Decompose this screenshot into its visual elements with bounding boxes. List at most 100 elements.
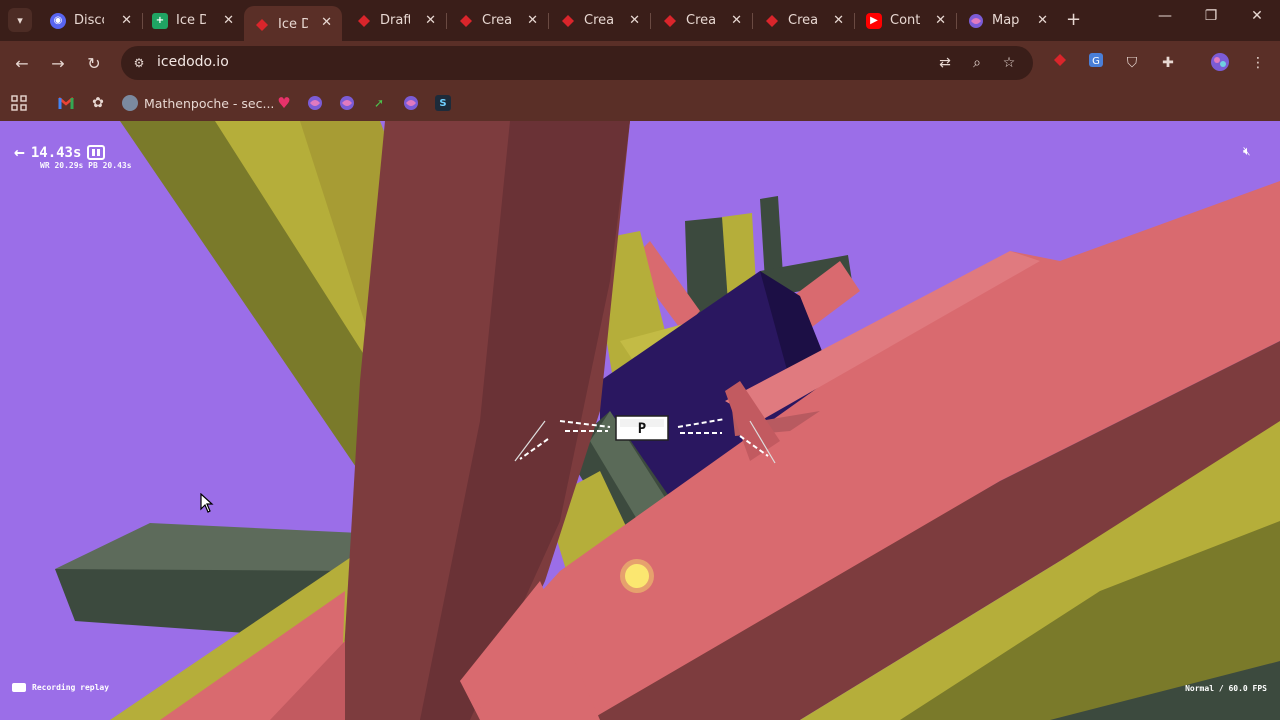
site-info-icon[interactable]: ⚙: [129, 53, 149, 73]
tab-title: Ice Do: [176, 13, 206, 28]
tab-ice-dodo-active[interactable]: Ice Do ✕: [244, 6, 342, 41]
svg-text:G: G: [1092, 56, 1100, 67]
timer-display: ← 14.43s: [14, 142, 106, 163]
close-icon[interactable]: ✕: [731, 13, 742, 28]
back-arrow-icon[interactable]: ←: [14, 142, 25, 163]
player-label: P: [638, 421, 646, 437]
bookmark-swirl-3[interactable]: [403, 93, 419, 113]
gmail-icon: [58, 95, 74, 111]
tab-create-3[interactable]: Creati ✕: [652, 7, 753, 34]
close-icon[interactable]: ✕: [223, 13, 234, 28]
url-text[interactable]: icedodo.io: [157, 54, 229, 70]
tab-title: Conte: [890, 13, 920, 28]
reload-button[interactable]: ↻: [82, 52, 106, 76]
bookmark-star-icon[interactable]: ☆: [1000, 54, 1018, 72]
chevron-down-icon: ▾: [17, 13, 23, 27]
tab-map[interactable]: Map l ✕: [958, 7, 1058, 34]
red-diamond-icon: [764, 13, 780, 29]
red-diamond-icon: [458, 13, 474, 29]
tab-title: Creati: [584, 13, 614, 28]
close-icon[interactable]: ✕: [425, 13, 436, 28]
bookmark-heart[interactable]: ♥: [276, 93, 292, 113]
red-diamond-icon: [662, 13, 678, 29]
bookmark-arrow[interactable]: ➚: [371, 93, 387, 113]
close-icon[interactable]: ✕: [321, 15, 332, 30]
translate-extension-icon[interactable]: G: [1085, 52, 1107, 74]
tab-title: Drafts: [380, 13, 410, 28]
close-icon[interactable]: ✕: [527, 13, 538, 28]
bookmark-openai[interactable]: ✿: [90, 93, 106, 113]
swirl-icon: [403, 95, 419, 111]
back-button[interactable]: ←: [10, 52, 34, 76]
tab-search-button[interactable]: ▾: [8, 8, 32, 32]
minimize-button[interactable]: —: [1155, 8, 1175, 24]
game-scene: P: [0, 121, 1280, 720]
tab-title: Creati: [482, 13, 512, 28]
bookmark-label: Mathenpoche - sec...: [144, 95, 275, 111]
discord-icon: ◉: [50, 12, 66, 29]
bookmark-mathenpoche[interactable]: Mathenpoche - sec...: [122, 93, 274, 113]
swirl-icon: [968, 13, 984, 29]
bookmark-swirl-2[interactable]: [339, 93, 355, 113]
tab-title: Discor: [74, 13, 104, 28]
timer-value: 14.43s: [30, 144, 82, 161]
close-icon[interactable]: ✕: [833, 13, 844, 28]
red-diamond-extension-icon[interactable]: [1049, 52, 1071, 74]
red-diamond-icon: [254, 17, 270, 33]
close-icon[interactable]: ✕: [1037, 13, 1048, 28]
tab-create-1[interactable]: Creati ✕: [448, 7, 549, 34]
tab-strip: ▾ ◉ Discor ✕ + Ice Do ✕ Ice Do ✕ Drafts …: [0, 0, 1280, 41]
tab-create-4[interactable]: Creati ✕: [754, 7, 855, 34]
game-viewport[interactable]: P ← 14.43s WR 20.29s PB 20.43s 🔇︎ Record…: [0, 121, 1280, 720]
tab-create-2[interactable]: Creati ✕: [550, 7, 651, 34]
browser-toolbar: ← → ↻ ⚙ icedodo.io ⇄ ⌕ ☆ G ⛉ ✚ ⋮: [0, 41, 1280, 86]
close-icon[interactable]: ✕: [121, 13, 132, 28]
tab-ice-dodo-sheet[interactable]: + Ice Do ✕: [142, 7, 244, 34]
tab-discord[interactable]: ◉ Discor ✕: [40, 7, 143, 34]
extensions-puzzle-icon[interactable]: ✚: [1157, 52, 1179, 74]
arrow-icon: ➚: [373, 96, 385, 110]
bookmark-gmail[interactable]: [58, 93, 74, 113]
tab-title: Creati: [788, 13, 818, 28]
bookmark-s[interactable]: S: [435, 93, 451, 113]
openai-icon: ✿: [92, 95, 104, 111]
shield-icon[interactable]: ⛉: [1121, 52, 1143, 74]
close-icon[interactable]: ✕: [935, 13, 946, 28]
pause-button[interactable]: [87, 145, 106, 160]
zoom-icon[interactable]: ⌕: [968, 54, 986, 72]
restore-button[interactable]: ❐: [1201, 8, 1221, 24]
youtube-icon: ▶: [866, 12, 882, 29]
address-bar[interactable]: ⚙ icedodo.io ⇄ ⌕ ☆: [121, 46, 1033, 80]
tab-title: Map l: [992, 13, 1022, 28]
translate-icon[interactable]: ⇄: [936, 54, 954, 72]
sheets-plus-icon: +: [152, 12, 168, 29]
yellow-orb: [625, 564, 649, 588]
swirl-icon: [307, 95, 323, 111]
red-diamond-icon: [560, 13, 576, 29]
recording-indicator: Recording replay: [12, 683, 109, 692]
heart-icon: ♥: [277, 94, 291, 112]
mathenpoche-icon: [122, 95, 138, 111]
tab-title: Ice Do: [278, 17, 308, 32]
records-text: WR 20.29s PB 20.43s: [40, 161, 132, 170]
mute-icon[interactable]: 🔇︎: [1243, 144, 1251, 159]
mouse-cursor-icon: [200, 493, 214, 513]
tab-content[interactable]: ▶ Conte ✕: [856, 7, 957, 34]
tab-drafts[interactable]: Drafts ✕: [346, 7, 447, 34]
close-icon[interactable]: ✕: [629, 13, 640, 28]
swirl-icon: [339, 95, 355, 111]
apps-grid-icon[interactable]: [11, 93, 27, 113]
new-tab-button[interactable]: +: [1066, 9, 1081, 30]
recording-label: Recording replay: [32, 683, 110, 692]
red-diamond-icon: [356, 13, 372, 29]
bookmark-swirl-1[interactable]: [307, 93, 323, 113]
mode-fps-readout: Normal / 60.0 FPS: [1185, 684, 1267, 693]
bookmarks-bar: ✿ Mathenpoche - sec... ♥ ➚ S: [0, 86, 1280, 121]
tab-title: Creati: [686, 13, 716, 28]
menu-kebab-icon[interactable]: ⋮: [1247, 52, 1269, 74]
s-icon: S: [435, 95, 451, 111]
forward-button[interactable]: →: [46, 52, 70, 76]
close-window-button[interactable]: ✕: [1247, 8, 1267, 24]
profile-avatar[interactable]: [1209, 52, 1231, 74]
camera-icon: [12, 683, 26, 692]
